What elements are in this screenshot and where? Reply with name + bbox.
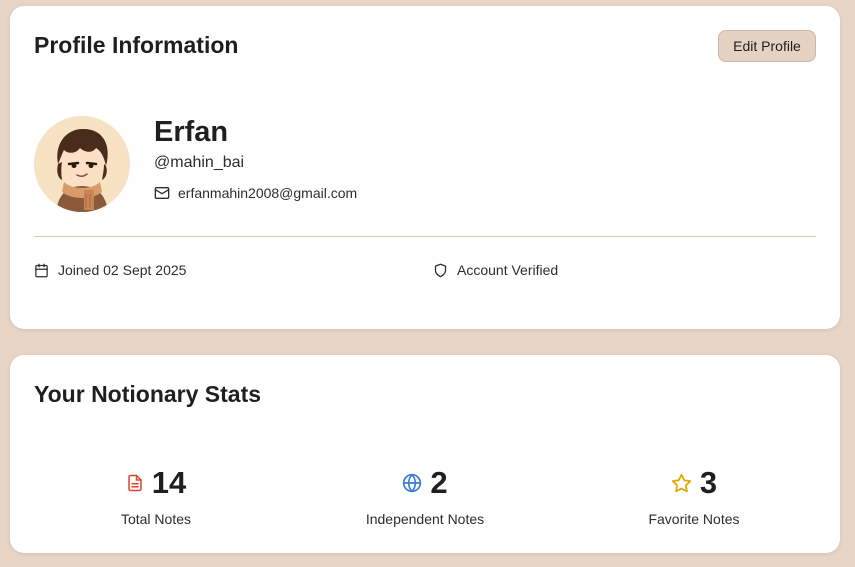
stat-label: Independent Notes xyxy=(365,511,485,527)
calendar-icon xyxy=(34,263,49,278)
stat-value: 2 xyxy=(430,465,448,500)
mail-icon xyxy=(154,185,170,201)
divider xyxy=(34,236,816,237)
avatar-illustration xyxy=(34,116,130,212)
edit-profile-button[interactable]: Edit Profile xyxy=(718,30,816,62)
document-icon xyxy=(126,474,144,492)
stat-total-notes: 14 Total Notes xyxy=(21,465,291,527)
verified-row: Account Verified xyxy=(433,262,558,278)
profile-email: erfanmahin2008@gmail.com xyxy=(178,185,358,201)
stats-title: Your Notionary Stats xyxy=(34,381,262,407)
stat-value: 3 xyxy=(699,465,718,500)
email-row: erfanmahin2008@gmail.com xyxy=(154,185,357,201)
profile-name: Erfan xyxy=(154,116,229,148)
stat-label: Total Notes xyxy=(120,511,192,527)
star-icon xyxy=(671,473,692,494)
stat-value: 14 xyxy=(151,465,187,500)
stat-label: Favorite Notes xyxy=(648,511,740,527)
joined-date: Joined 02 Sept 2025 xyxy=(58,262,187,278)
verified-status: Account Verified xyxy=(457,262,559,278)
profile-card: Profile Information Edit Profile Erfan @… xyxy=(10,6,840,329)
profile-handle: @mahin_bai xyxy=(154,154,245,171)
avatar xyxy=(34,116,130,212)
joined-row: Joined 02 Sept 2025 xyxy=(34,262,186,278)
shield-icon xyxy=(433,263,448,278)
stat-favorite-notes: 3 Favorite Notes xyxy=(559,465,829,527)
stat-independent-notes: 2 Independent Notes xyxy=(290,465,560,527)
globe-icon xyxy=(402,473,422,493)
stats-card: Your Notionary Stats 14 Total Notes 2 In… xyxy=(10,355,840,553)
profile-title: Profile Information xyxy=(34,32,239,58)
